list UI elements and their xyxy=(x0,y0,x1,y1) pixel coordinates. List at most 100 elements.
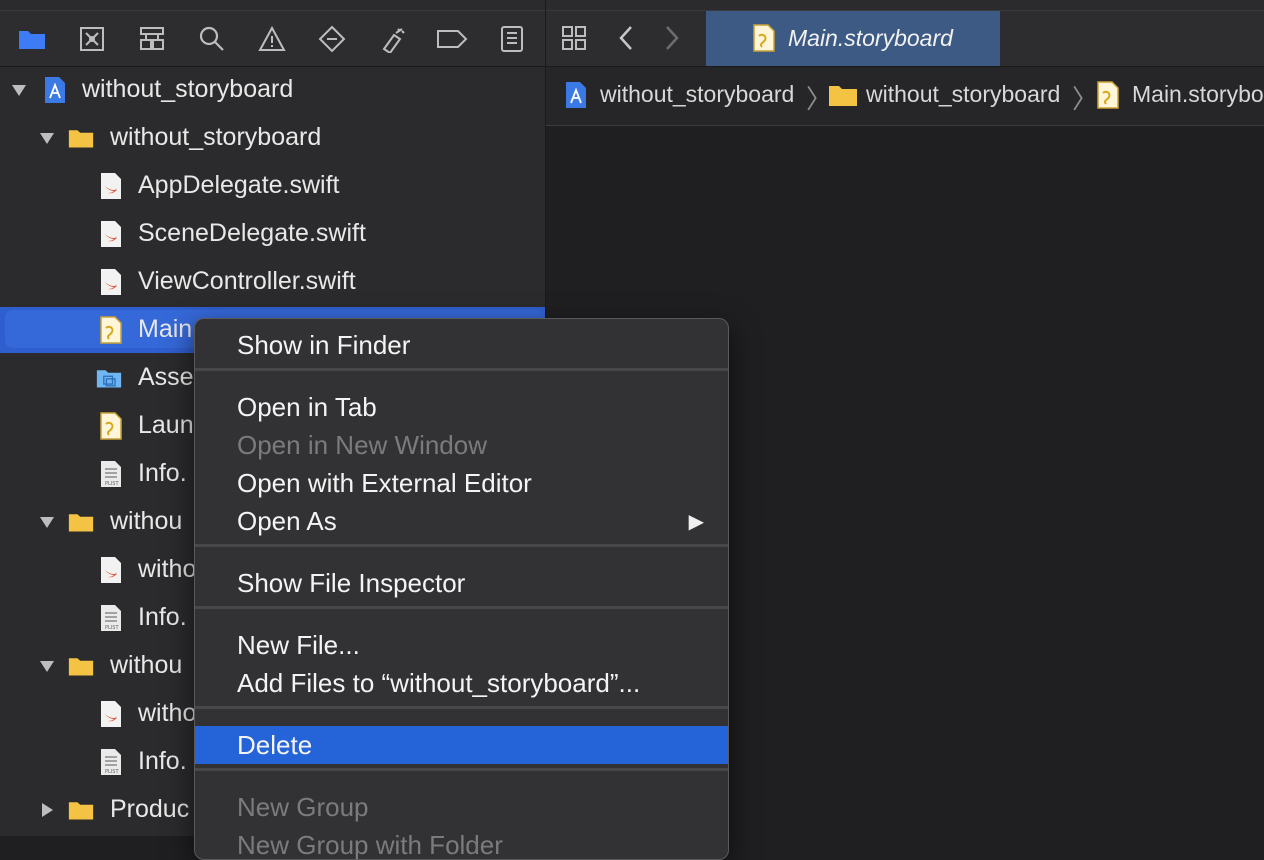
menu-item-add-files-to-without-storyboard[interactable]: Add Files to “without_storyboard”... xyxy=(195,664,728,702)
disclosure-open-icon[interactable] xyxy=(38,657,56,675)
tree-item-label: AppDelegate.swift xyxy=(138,171,340,200)
plist-file-icon: PLIST xyxy=(98,748,124,776)
tree-item-label: ViewController.swift xyxy=(138,267,356,296)
menu-item-new-file[interactable]: New File... xyxy=(195,626,728,664)
tree-file-row[interactable]: ViewController.swift xyxy=(0,259,545,305)
menu-item-show-in-finder[interactable]: Show in Finder xyxy=(195,326,728,364)
assets-folder-icon xyxy=(96,364,122,392)
tree-item-label: Main xyxy=(138,315,192,344)
svg-text:PLIST: PLIST xyxy=(105,769,119,775)
source-control-icon[interactable] xyxy=(76,23,108,55)
breadcrumb-group[interactable]: without_storyboard xyxy=(866,81,1060,108)
forward-chevron-icon[interactable] xyxy=(656,22,688,54)
tree-item-label: Asse xyxy=(138,363,194,392)
menu-item-open-with-external-editor[interactable]: Open with External Editor xyxy=(195,464,728,502)
storyboard-icon xyxy=(752,24,776,57)
folder-icon xyxy=(828,83,858,112)
swift-file-icon xyxy=(98,268,124,296)
storyboard-icon xyxy=(98,412,124,440)
menu-separator xyxy=(195,606,728,609)
active-tab-label: Main.storyboard xyxy=(788,25,953,52)
svg-text:PLIST: PLIST xyxy=(105,481,119,487)
search-icon[interactable] xyxy=(196,23,228,55)
menu-item-label: Open As xyxy=(237,506,337,537)
tree-group-row[interactable]: without_storyboard xyxy=(0,67,545,113)
menu-item-label: Add Files to “without_storyboard”... xyxy=(237,668,640,699)
plist-file-icon: PLIST xyxy=(98,460,124,488)
tree-item-label: without_storyboard xyxy=(82,75,293,104)
plist-file-icon: PLIST xyxy=(98,604,124,632)
submenu-arrow-icon: ▶ xyxy=(689,509,704,534)
folder-icon xyxy=(68,796,94,824)
tree-item-label: withou xyxy=(110,651,182,680)
menu-item-open-in-tab[interactable]: Open in Tab xyxy=(195,388,728,426)
tree-file-row[interactable]: SceneDelegate.swift xyxy=(0,211,545,257)
breadcrumb-separator: 〉 xyxy=(1072,79,1098,116)
folder-icon xyxy=(68,508,94,536)
tree-item-label: witho xyxy=(138,699,196,728)
menu-item-new-group: New Group xyxy=(195,788,728,826)
project-icon xyxy=(42,76,68,104)
tree-group-row[interactable]: without_storyboard xyxy=(0,115,545,161)
swift-file-icon xyxy=(98,172,124,200)
swift-file-icon xyxy=(98,556,124,584)
disclosure-open-icon[interactable] xyxy=(38,129,56,147)
hierarchy-icon[interactable] xyxy=(136,23,168,55)
menu-item-label: New Group with Folder xyxy=(237,830,503,860)
test-diamond-icon[interactable] xyxy=(316,23,348,55)
menu-separator xyxy=(195,544,728,547)
menu-separator xyxy=(195,368,728,371)
tree-item-label: Info. xyxy=(138,459,187,488)
menu-item-label: Delete xyxy=(237,730,312,761)
window-top-edge-right xyxy=(546,0,1264,11)
context-menu: Show in Finder Open in Tab Open in New Win… xyxy=(194,318,729,860)
menu-item-label: Show File Inspector xyxy=(237,568,465,599)
back-chevron-icon[interactable] xyxy=(610,22,642,54)
menu-item-label: Show in Finder xyxy=(237,330,410,361)
warning-icon[interactable] xyxy=(256,23,288,55)
tree-item-label: SceneDelegate.swift xyxy=(138,219,366,248)
window-top-edge xyxy=(0,0,545,11)
folder-icon[interactable] xyxy=(16,23,48,55)
swift-file-icon xyxy=(98,220,124,248)
folder-icon xyxy=(68,652,94,680)
menu-item-open-in-new-window: Open in New Window xyxy=(195,426,728,464)
tab-main-storyboard[interactable]: Main.storyboard xyxy=(706,11,1000,66)
project-icon xyxy=(564,81,588,114)
disclosure-open-icon[interactable] xyxy=(38,513,56,531)
breakpoint-icon[interactable] xyxy=(436,23,468,55)
jump-bar: without_storyboard 〉 without_storyboard … xyxy=(546,67,1264,126)
menu-item-label: Open with External Editor xyxy=(237,468,532,499)
menu-separator xyxy=(195,768,728,771)
storyboard-icon xyxy=(1096,81,1120,114)
debug-icon[interactable] xyxy=(376,23,408,55)
grid-icon[interactable] xyxy=(558,22,590,54)
storyboard-icon xyxy=(98,316,124,344)
tree-item-label: Info. xyxy=(138,747,187,776)
menu-item-show-file-inspector[interactable]: Show File Inspector xyxy=(195,564,728,602)
disclosure-open-icon[interactable] xyxy=(10,81,28,99)
disclosure-closed-icon[interactable] xyxy=(38,801,56,819)
navigator-toolbar xyxy=(0,11,545,67)
tree-file-row[interactable]: AppDelegate.swift xyxy=(0,163,545,209)
svg-text:PLIST: PLIST xyxy=(105,625,119,631)
menu-item-label: New Group xyxy=(237,792,369,823)
tree-item-label: witho xyxy=(138,555,196,584)
breadcrumb-file[interactable]: Main.storyboa xyxy=(1132,81,1264,108)
menu-separator xyxy=(195,706,728,709)
menu-item-label: Open in New Window xyxy=(237,430,487,461)
tree-item-label: Produc xyxy=(110,795,189,824)
tree-item-label: withou xyxy=(110,507,182,536)
menu-item-new-group-with-folder: New Group with Folder xyxy=(195,826,728,860)
folder-icon xyxy=(68,124,94,152)
menu-item-label: New File... xyxy=(237,630,360,661)
menu-item-open-as[interactable]: Open As ▶ xyxy=(195,502,728,540)
breadcrumb-project[interactable]: without_storyboard xyxy=(600,81,794,108)
editor-tab-bar: Main.storyboard xyxy=(546,11,1264,67)
tree-item-label: Laun xyxy=(138,411,194,440)
tree-item-label: without_storyboard xyxy=(110,123,321,152)
tree-item-label: Info. xyxy=(138,603,187,632)
report-icon[interactable] xyxy=(496,23,528,55)
menu-item-label: Open in Tab xyxy=(237,392,377,423)
menu-item-delete[interactable]: Delete xyxy=(195,726,728,764)
